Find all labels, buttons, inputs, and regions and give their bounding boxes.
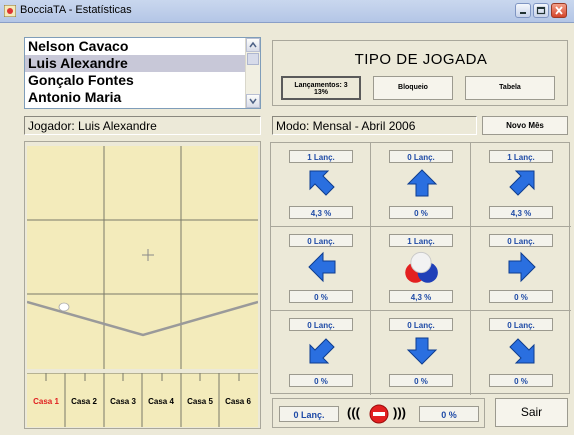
tipo-jogada-title: TIPO DE JOGADA [354, 51, 488, 68]
lanc-count: 0 Lanç. [489, 234, 553, 247]
casa-5[interactable]: Casa 5 [181, 397, 219, 406]
maximize-button[interactable] [533, 3, 549, 18]
chevron-up-icon [249, 41, 257, 48]
cell-up[interactable]: 0 Lanç. 0 % [371, 143, 471, 227]
scroll-up-button[interactable] [246, 38, 260, 52]
player-list-item-selected[interactable]: Luis Alexandre [25, 55, 260, 72]
player-list[interactable]: Nelson Cavaco Luis Alexandre Gonçalo Fon… [24, 37, 261, 109]
out-lanc-count: 0 Lanç. [279, 406, 339, 422]
close-button[interactable] [551, 3, 567, 18]
arrow-up-left-icon [309, 170, 335, 196]
sair-button[interactable]: Sair [495, 398, 568, 427]
tabela-button[interactable]: Tabela [465, 76, 555, 100]
lancamentos-button[interactable]: Lançamentos: 3 13% [281, 76, 361, 100]
pct-value: 0 % [389, 206, 453, 219]
close-icon [555, 6, 563, 15]
casas-row: Casa 1 Casa 2 Casa 3 Casa 4 Casa 5 Casa … [27, 373, 258, 427]
arrow-down-right-icon [509, 338, 535, 364]
minimize-icon [520, 12, 526, 14]
casa-4[interactable]: Casa 4 [142, 397, 180, 406]
arrow-down-left-icon [309, 338, 335, 364]
list-scrollbar[interactable] [245, 38, 260, 108]
lanc-count: 0 Lanç. [289, 234, 353, 247]
pct-value: 0 % [389, 374, 453, 387]
casa-3[interactable]: Casa 3 [104, 397, 142, 406]
lancamentos-count: Lançamentos: 3 [294, 82, 348, 89]
lanc-count: 1 Lanç. [289, 150, 353, 163]
scroll-down-button[interactable] [246, 94, 260, 108]
player-list-item[interactable]: Antonio Maria [25, 89, 260, 106]
lancamentos-percent: 13% [313, 89, 328, 96]
cell-up-right[interactable]: 1 Lanç. 4,3 % [471, 143, 571, 227]
lanc-count: 0 Lanç. [289, 318, 353, 331]
pct-value: 0 % [489, 374, 553, 387]
pct-value: 0 % [289, 374, 353, 387]
modo-label: Modo: Mensal - Abril 2006 [272, 116, 477, 135]
novo-mes-button[interactable]: Novo Mês [482, 116, 568, 135]
out-pct-value: 0 % [419, 406, 479, 422]
arrow-left-icon [308, 251, 336, 283]
pct-value: 0 % [489, 290, 553, 303]
cell-down-right[interactable]: 0 Lanç. 0 % [471, 311, 571, 395]
arrow-down-icon [406, 337, 438, 365]
chevron-down-icon [249, 98, 257, 105]
lanc-count: 0 Lanç. [489, 318, 553, 331]
lanc-count: 0 Lanç. [389, 150, 453, 163]
pct-value: 0 % [289, 290, 353, 303]
cell-center[interactable]: 1 Lanç. 4,3 % [371, 227, 471, 311]
scroll-thumb[interactable] [247, 53, 259, 65]
title-bar: BocciaTA - Estatísticas [0, 0, 574, 23]
paren-right: ))) [393, 405, 406, 420]
court-field[interactable] [27, 146, 258, 369]
court-lines [27, 146, 258, 369]
arrow-up-right-icon [509, 170, 535, 196]
no-entry-icon[interactable] [369, 404, 389, 424]
pct-value: 4,3 % [389, 290, 453, 303]
arrow-right-icon [508, 251, 536, 283]
arrow-up-icon [406, 169, 438, 197]
tipo-jogada-panel: TIPO DE JOGADA Lançamentos: 3 13% Bloque… [272, 40, 568, 106]
direction-grid: 1 Lanç. 4,3 % 0 Lanç. 0 % 1 Lanç. 4,3 % … [270, 142, 571, 395]
maximize-icon [536, 6, 546, 15]
cell-left[interactable]: 0 Lanç. 0 % [271, 227, 371, 311]
casa-1[interactable]: Casa 1 [27, 397, 65, 406]
lanc-count: 1 Lanç. [389, 234, 453, 247]
out-of-court-panel: 0 Lanç. ((( ))) 0 % [272, 398, 485, 428]
pct-value: 4,3 % [289, 206, 353, 219]
court-panel: Casa 1 Casa 2 Casa 3 Casa 4 Casa 5 Casa … [24, 141, 261, 429]
lanc-count: 1 Lanç. [489, 150, 553, 163]
balls-icon [405, 251, 438, 283]
lanc-count: 0 Lanç. [389, 318, 453, 331]
boccia-app-icon [4, 5, 16, 17]
pct-value: 4,3 % [489, 206, 553, 219]
bloqueio-button[interactable]: Bloqueio [373, 76, 453, 100]
casa-6[interactable]: Casa 6 [219, 397, 257, 406]
player-list-item[interactable]: Gonçalo Fontes [25, 72, 260, 89]
minimize-button[interactable] [515, 3, 531, 18]
cell-up-left[interactable]: 1 Lanç. 4,3 % [271, 143, 371, 227]
cell-right[interactable]: 0 Lanç. 0 % [471, 227, 571, 311]
player-list-item[interactable]: Nelson Cavaco [25, 38, 260, 55]
cell-down-left[interactable]: 0 Lanç. 0 % [271, 311, 371, 395]
paren-left: ((( [347, 405, 360, 420]
window-title: BocciaTA - Estatísticas [20, 4, 132, 16]
selected-player-label: Jogador: Luis Alexandre [24, 116, 261, 135]
cell-down[interactable]: 0 Lanç. 0 % [371, 311, 471, 395]
casa-2[interactable]: Casa 2 [65, 397, 103, 406]
